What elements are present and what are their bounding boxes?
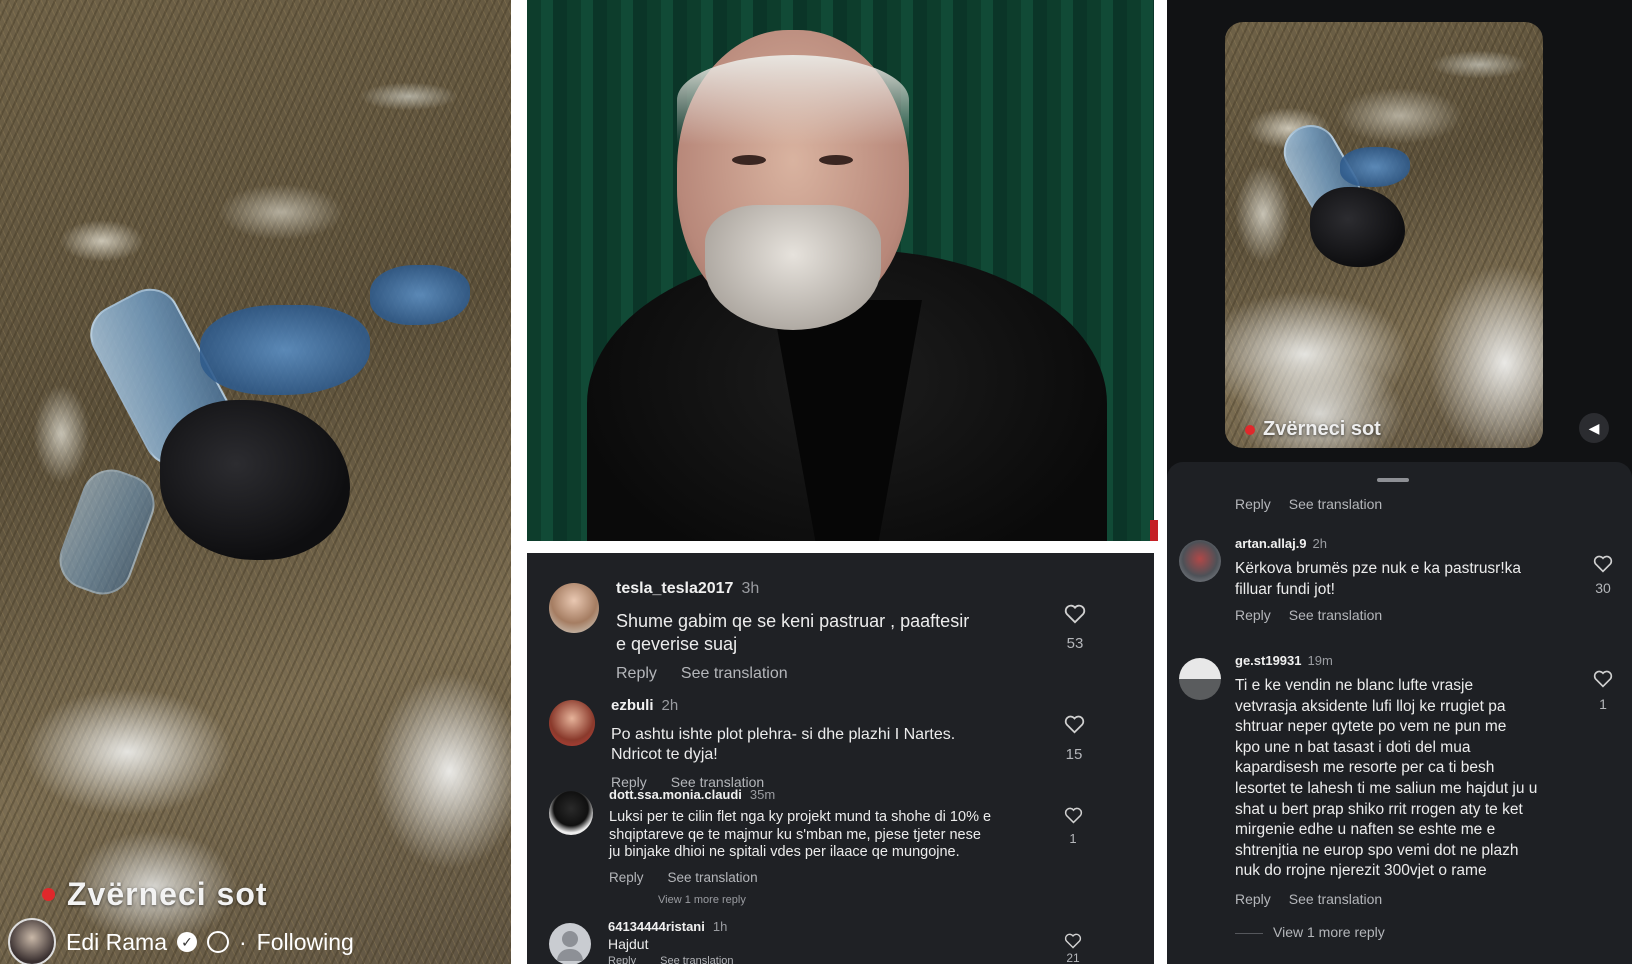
location-caption: Zvërneci sot [42,876,268,913]
comment-username[interactable]: ge.st19931 19m [1235,653,1333,668]
comment-username[interactable]: artan.allaj.9 2h [1235,536,1327,551]
comment-time: 1h [712,919,728,934]
see-translation-button[interactable]: See translation [1289,607,1382,623]
like-count: 1 [1069,831,1077,846]
comment-time: 3h [741,580,760,597]
heart-outline-icon[interactable] [1064,933,1082,949]
left-trash-photo: Zvërneci sot Edi Rama ✓ · Following [0,0,511,964]
like-count: 15 [1065,746,1083,763]
comment-time: 19m [1307,653,1333,668]
comment-actions: Reply See translation [1235,891,1400,907]
see-translation-button[interactable]: See translation [681,665,788,682]
reply-button[interactable]: Reply [609,870,644,885]
separator-dot: · [238,928,247,955]
comment-actions: Reply See translation [608,955,758,964]
comment-text: Shume gabim qe se keni pastruar , paafte… [616,611,970,655]
comment-text: Po ashtu ishte plot plehra- si dhe plazh… [611,726,956,764]
portrait-photo [527,0,1154,541]
follow-status[interactable]: Following [257,929,354,956]
avatar[interactable] [549,791,593,835]
like-count: 53 [1066,635,1084,652]
comments-sheet[interactable]: Reply See translation artan.allaj.9 2h Kër… [1167,462,1632,964]
comment-actions: Reply See translation [616,665,812,683]
avatar[interactable] [1179,540,1221,582]
see-translation-button[interactable]: See translation [668,870,758,885]
author-name[interactable]: Edi Rama [66,929,167,956]
comment-username[interactable]: tesla_tesla2017 3h [616,580,759,598]
person-hair [677,55,909,145]
heart-outline-icon[interactable] [1064,715,1085,734]
location-label: Zvërneci sot [67,876,268,912]
view-more-replies[interactable]: View 1 more reply [658,894,746,906]
video-player[interactable]: Zvërneci sot [1225,22,1543,448]
heart-outline-icon[interactable] [1064,604,1086,624]
heart-outline-icon[interactable] [1064,807,1083,824]
like-count: 1 [1599,696,1607,712]
avatar[interactable] [549,583,599,633]
comment-text: Hajdut [608,936,649,952]
blue-plastic-bag [1340,147,1410,187]
video-caption: Zvërneci sot [1245,418,1381,441]
comment-username[interactable]: 64134444ristani 1h [608,919,727,934]
like-count: 21 [1066,951,1080,964]
comment-username[interactable]: dott.ssa.monia.claudi 35m [609,787,775,802]
avatar[interactable] [1179,658,1221,700]
default-avatar-icon [562,931,578,947]
like-count: 30 [1595,580,1611,596]
reply-button[interactable]: Reply [1235,607,1271,623]
see-translation-button[interactable]: See translation [1289,891,1382,907]
avatar[interactable] [549,700,595,746]
comment-username[interactable]: ezbuli 2h [611,697,678,714]
heart-outline-icon[interactable] [1593,555,1613,573]
view-more-replies[interactable]: View 1 more reply [1235,924,1385,940]
reply-button[interactable]: Reply [1235,496,1271,512]
comment-actions: Reply See translation [1235,607,1400,623]
comment-actions: Reply See translation [609,870,782,885]
comment-time: 2h [661,697,679,714]
person-beard [705,205,881,330]
verified-badge-icon: ✓ [176,932,197,952]
heart-outline-icon[interactable] [1593,670,1613,688]
blue-plastic-bag [370,265,470,325]
comment-time: 2h [1312,536,1328,551]
red-dot-icon [42,888,55,901]
comments-panel[interactable]: tesla_tesla2017 3h Shume gabim qe se keni… [527,553,1154,964]
see-translation-button[interactable]: See translation [1289,496,1382,512]
comment-actions: Reply See translation [1235,496,1382,512]
comment-time: 35m [749,787,776,802]
comment-text: Luksi per te cilin flet nga ky projekt m… [609,809,992,861]
reply-button[interactable]: Reply [608,955,636,964]
black-plastic-bag [160,400,350,560]
person-eye [819,155,853,165]
plastic-bottle [51,461,163,603]
comment-text: Kërkova brumës pze nuk e ka pastrusr!ka … [1235,560,1522,598]
globe-icon [206,931,229,953]
avatar[interactable] [549,923,591,964]
author-row: Edi Rama ✓ · Following [8,918,354,964]
right-phone-screen: Zvërneci sot ◀︎ Reply See translation art… [1167,0,1632,964]
see-translation-button[interactable]: See translation [660,955,733,964]
red-accent-strip [1150,520,1158,541]
reply-button[interactable]: Reply [1235,891,1271,907]
drag-handle[interactable] [1377,478,1409,482]
comment-text: Ti e ke vendin ne blanc lufte vrasje vet… [1235,677,1538,880]
volume-icon[interactable]: ◀︎ [1579,413,1609,443]
person-eye [732,155,766,165]
blue-plastic-bag [200,305,370,395]
red-dot-icon [1245,424,1255,435]
black-plastic-bag [1310,187,1405,267]
avatar[interactable] [8,918,56,964]
video-label: Zvërneci sot [1263,418,1381,440]
reply-button[interactable]: Reply [616,665,657,682]
